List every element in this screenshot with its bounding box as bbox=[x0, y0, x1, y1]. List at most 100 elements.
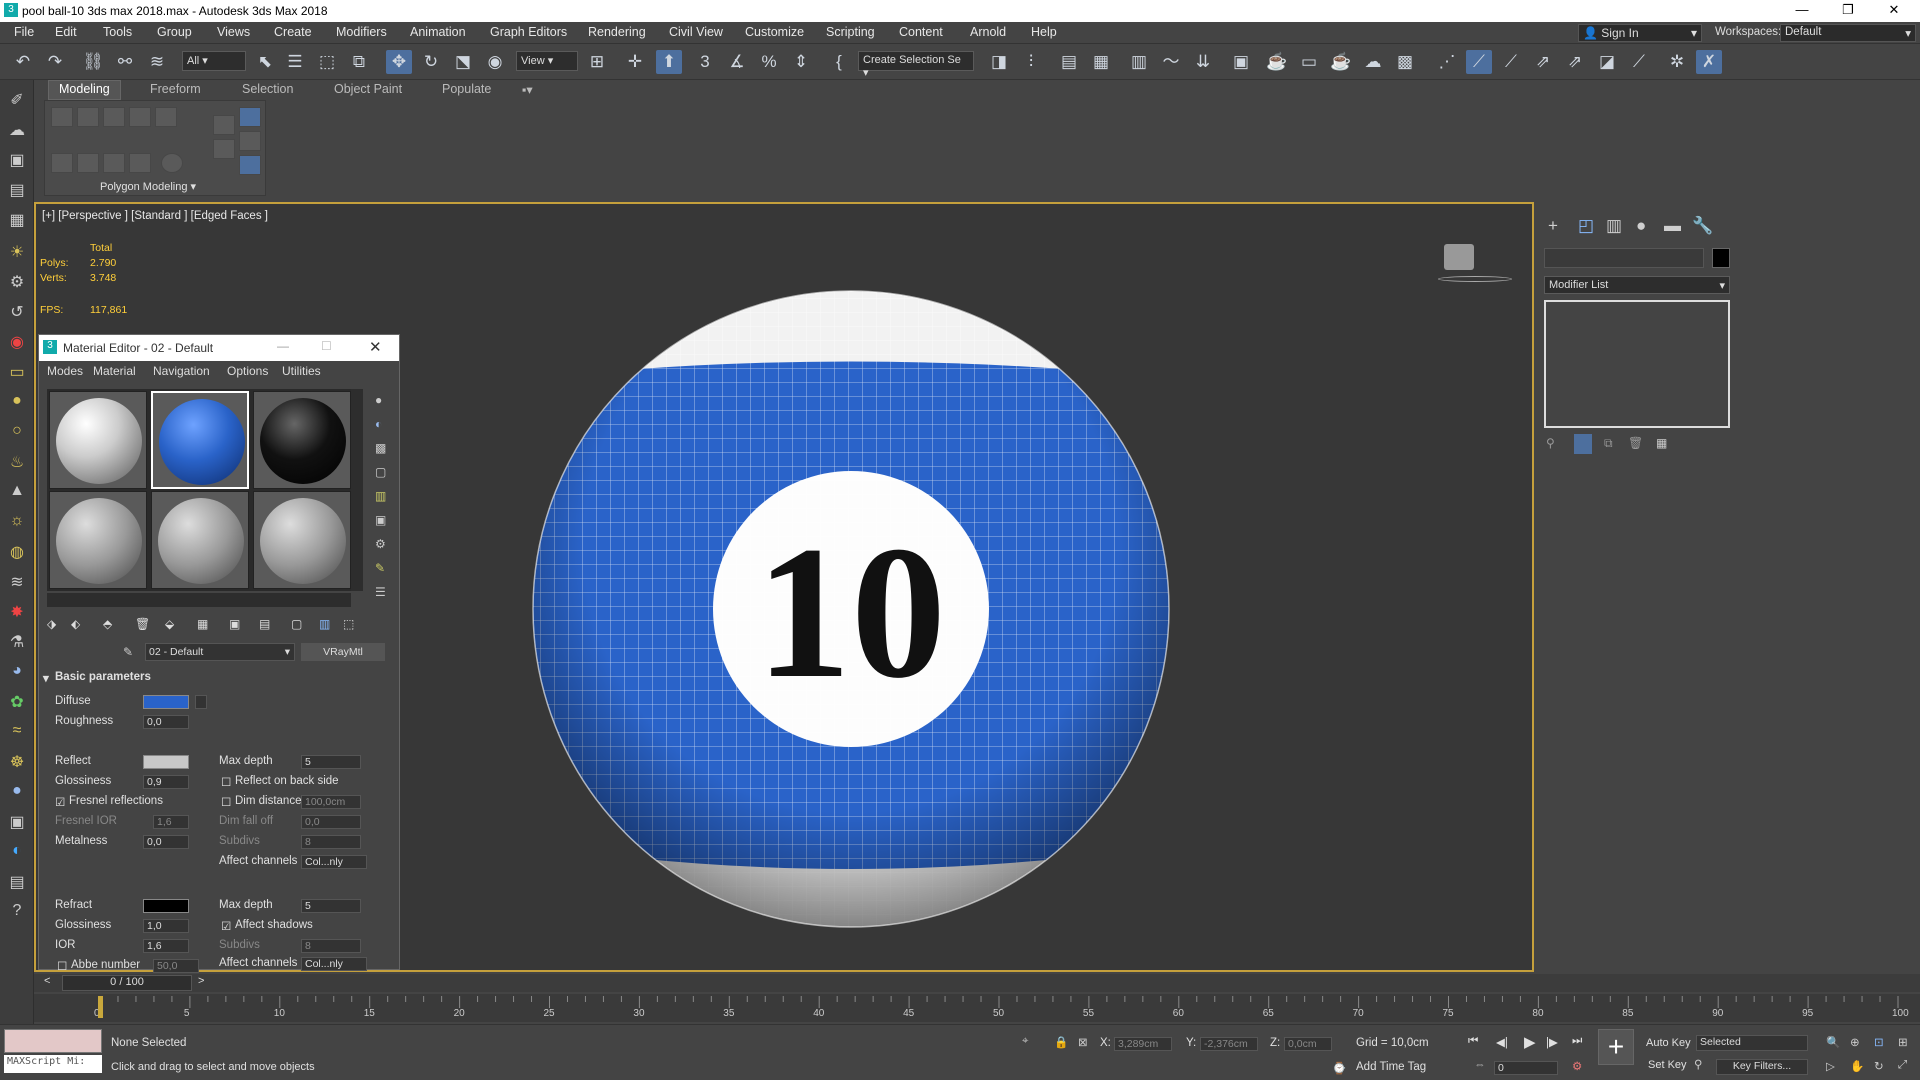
display-tab-icon[interactable]: ▬ bbox=[1664, 216, 1681, 236]
toggle-ribbon-icon[interactable]: ▥ bbox=[1126, 50, 1152, 74]
bind-space-warp-icon[interactable]: ≋ bbox=[144, 50, 170, 74]
globe-icon[interactable]: ◕ bbox=[5, 662, 29, 684]
material-slot[interactable] bbox=[253, 391, 351, 489]
isolate-selection-icon[interactable]: ⌖ bbox=[1022, 1035, 1028, 1048]
remove-modifier-icon[interactable]: 🗑 bbox=[1628, 436, 1643, 450]
select-manipulate-icon[interactable]: ✛ bbox=[622, 50, 648, 74]
tab-modeling[interactable]: Modeling bbox=[48, 80, 121, 100]
menu-modifiers[interactable]: Modifiers bbox=[336, 25, 387, 39]
shape-icon[interactable]: ☁ bbox=[5, 120, 29, 142]
vray-toolbar-8-icon[interactable]: ✲ bbox=[1664, 50, 1690, 74]
show-map-icon[interactable]: ▤ bbox=[259, 617, 270, 631]
material-type-button[interactable]: VRayMtl bbox=[301, 643, 385, 661]
ribbon-tool-icon[interactable] bbox=[239, 107, 261, 127]
abbe-checkbox[interactable]: ☐ bbox=[57, 959, 67, 973]
viewcube-ring[interactable] bbox=[1438, 276, 1512, 282]
modify-tab-icon[interactable]: ◰ bbox=[1578, 216, 1594, 236]
time-slider[interactable]: < 0 / 100 > bbox=[34, 974, 1920, 992]
grid-icon[interactable]: ▦ bbox=[5, 210, 29, 232]
ribbon-tool-icon[interactable] bbox=[239, 131, 261, 151]
zoom-extents-all-icon[interactable]: ⊞ bbox=[1898, 1035, 1908, 1049]
ribbon-tool-icon[interactable] bbox=[213, 139, 235, 159]
reference-coord-dropdown[interactable]: View ▾ bbox=[516, 51, 578, 71]
menu-edit[interactable]: Edit bbox=[55, 25, 77, 39]
abbe-field[interactable]: 50,0 bbox=[153, 959, 199, 973]
select-move-icon[interactable]: ✥ bbox=[386, 50, 412, 74]
fresnel-checkbox[interactable]: ☑ bbox=[55, 795, 65, 809]
maximize-button[interactable]: ☐ bbox=[321, 339, 332, 353]
script-icon[interactable]: ▣ bbox=[5, 812, 29, 834]
render-setup-icon[interactable]: ☕ bbox=[1264, 50, 1290, 74]
time-tag-icon[interactable]: ⌚ bbox=[1332, 1061, 1346, 1075]
ribbon-options-icon[interactable]: ▪▾ bbox=[522, 82, 533, 97]
affect-shadows-checkbox[interactable]: ☑ bbox=[221, 919, 231, 933]
refract-max-depth-field[interactable]: 5 bbox=[301, 899, 361, 913]
sphere-icon[interactable]: ● bbox=[5, 392, 29, 414]
set-key-button[interactable]: Set Key bbox=[1648, 1059, 1687, 1071]
go-to-start-icon[interactable]: ⏮ bbox=[1468, 1035, 1478, 1048]
particle-icon[interactable]: ✸ bbox=[5, 602, 29, 624]
rect-selection-icon[interactable]: ⬚ bbox=[314, 50, 340, 74]
pin-stack-icon[interactable]: ⚲ bbox=[1546, 436, 1555, 450]
material-slot[interactable] bbox=[49, 491, 147, 589]
vray-toolbar-4-icon[interactable]: ⇗ bbox=[1530, 50, 1556, 74]
pool-ball-model[interactable]: 10 bbox=[526, 284, 1176, 934]
pan-icon[interactable]: ✋ bbox=[1850, 1059, 1864, 1073]
menu-scripting[interactable]: Scripting bbox=[826, 25, 875, 39]
ribbon-tool-icon[interactable] bbox=[155, 107, 177, 127]
menu-animation[interactable]: Animation bbox=[410, 25, 466, 39]
go-forward-icon[interactable]: ⬚ bbox=[343, 617, 354, 631]
hierarchy-tab-icon[interactable]: ▥ bbox=[1606, 216, 1622, 236]
edit-named-selection-icon[interactable]: { bbox=[826, 50, 852, 74]
key-mode-icon[interactable]: ⇔ bbox=[1474, 1059, 1486, 1071]
diffuse-color-swatch[interactable] bbox=[143, 695, 189, 709]
create-tab-icon[interactable]: + bbox=[1548, 216, 1558, 236]
vray-toolbar-5-icon[interactable]: ⇗ bbox=[1562, 50, 1588, 74]
menu-rendering[interactable]: Rendering bbox=[588, 25, 646, 39]
zoom-icon[interactable]: 🔍 bbox=[1826, 1035, 1840, 1049]
make-preview-icon[interactable]: ▣ bbox=[375, 513, 386, 527]
put-to-library-icon[interactable]: ▦ bbox=[197, 617, 208, 631]
scene-explorer-icon[interactable]: ▤ bbox=[1056, 50, 1082, 74]
next-frame-icon[interactable]: > bbox=[198, 975, 204, 987]
link-icon[interactable]: ⛓ bbox=[80, 50, 106, 74]
ribbon-tool-icon[interactable] bbox=[213, 115, 235, 135]
minimize-button[interactable]: — bbox=[1782, 2, 1822, 17]
menu-civil-view[interactable]: Civil View bbox=[669, 25, 723, 39]
metalness-field[interactable]: 0,0 bbox=[143, 835, 189, 849]
material-editor-titlebar[interactable]: 3 Material Editor - 02 - Default — ☐ ✕ bbox=[39, 335, 399, 361]
make-unique-icon[interactable]: ⬙ bbox=[165, 617, 174, 631]
foliage-icon[interactable]: ✿ bbox=[5, 692, 29, 714]
prev-frame-icon[interactable]: < bbox=[44, 975, 50, 987]
redo-icon[interactable]: ↷ bbox=[42, 50, 68, 74]
auto-key-button[interactable]: Auto Key bbox=[1646, 1037, 1691, 1049]
spinner-snap-icon[interactable]: ⇕ bbox=[788, 50, 814, 74]
tab-object-paint[interactable]: Object Paint bbox=[334, 82, 402, 96]
make-unique-icon[interactable]: ⧉ bbox=[1604, 436, 1613, 451]
menu-group[interactable]: Group bbox=[157, 25, 192, 39]
material-editor-window[interactable]: 3 Material Editor - 02 - Default — ☐ ✕ M… bbox=[38, 334, 400, 973]
mirror-icon[interactable]: ◨ bbox=[986, 50, 1012, 74]
sign-in-dropdown[interactable]: 👤 Sign In ▾ bbox=[1578, 24, 1702, 42]
tab-populate[interactable]: Populate bbox=[442, 82, 491, 96]
polygon-modeling-dropdown[interactable]: Polygon Modeling ▾ bbox=[100, 180, 196, 193]
track-bar[interactable]: 0 5 10 15 20 25 30 35 40 45 50 55 60 65 70 75 80 85 90 95 10… bbox=[34, 994, 1920, 1022]
angle-snap-icon[interactable]: ∡ bbox=[724, 50, 750, 74]
close-button[interactable]: ✕ bbox=[1874, 2, 1914, 18]
selection-lock-icon[interactable]: 🔒 bbox=[1054, 1035, 1068, 1049]
menu-views[interactable]: Views bbox=[217, 25, 250, 39]
play-icon[interactable]: ▶ bbox=[1524, 1033, 1536, 1051]
material-map-navigator-icon[interactable]: ☰ bbox=[375, 585, 386, 599]
ribbon-tool-icon[interactable] bbox=[129, 153, 151, 173]
max-depth-field[interactable]: 5 bbox=[301, 755, 361, 769]
slots-hscrollbar[interactable] bbox=[47, 593, 351, 607]
material-ball-icon[interactable]: ● bbox=[5, 782, 29, 804]
object-color-swatch[interactable] bbox=[1712, 248, 1730, 268]
percent-snap-icon[interactable]: % bbox=[756, 50, 782, 74]
rotate-icon[interactable]: ↺ bbox=[5, 302, 29, 324]
maxscript-mini-input[interactable]: MAXScript Mi: bbox=[4, 1055, 102, 1073]
zoom-extents-icon[interactable]: ⊡ bbox=[1874, 1035, 1884, 1049]
menu-file[interactable]: File bbox=[14, 25, 34, 39]
workspaces-dropdown[interactable]: Default ▾ bbox=[1780, 24, 1916, 42]
roughness-field[interactable]: 0,0 bbox=[143, 715, 189, 729]
